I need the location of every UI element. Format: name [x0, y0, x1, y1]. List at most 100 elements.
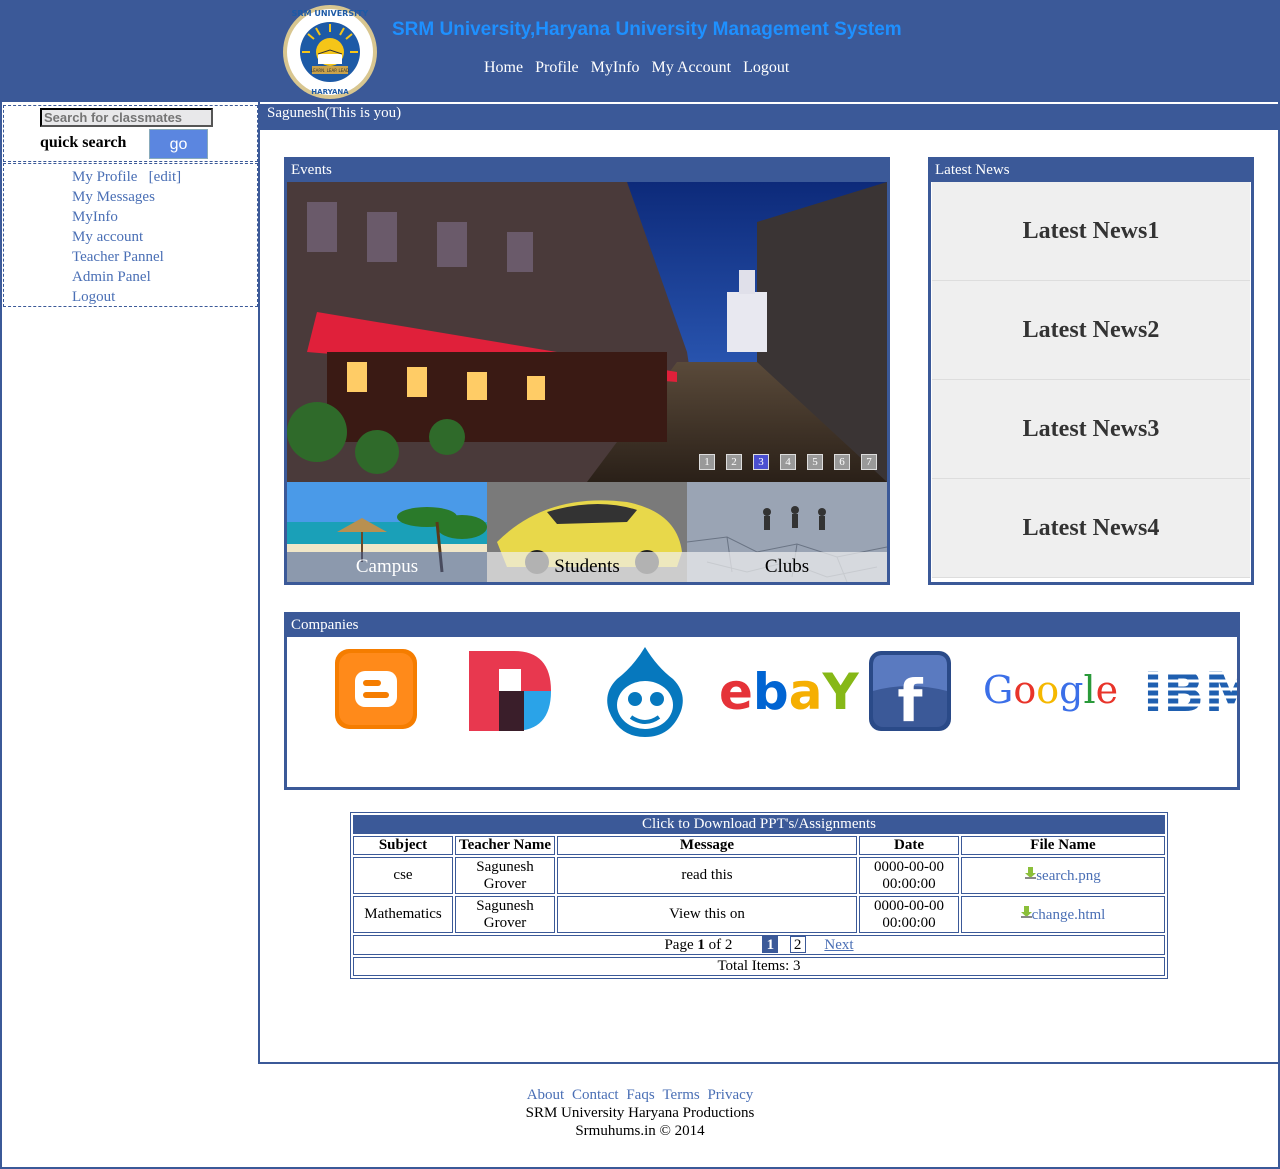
- slide-dot-4[interactable]: 4: [780, 454, 796, 470]
- footer-link-contact[interactable]: Contact: [572, 1087, 619, 1103]
- download-icon: [1020, 905, 1032, 918]
- sidebar-item-my-profile: My Profile [edit]: [72, 167, 257, 187]
- events-title: Events: [287, 160, 887, 182]
- slide-dot-6[interactable]: 6: [834, 454, 850, 470]
- my-profile-link[interactable]: My Profile: [72, 169, 137, 185]
- header: SRM UNIVERSITY LEARN. LEAP. LEAD HARYANA…: [2, 2, 1278, 102]
- ibm-logo[interactable]: IBM: [1137, 661, 1237, 724]
- footer-link-terms[interactable]: Terms: [662, 1087, 699, 1103]
- nav-profile[interactable]: Profile: [535, 59, 579, 76]
- sidebar-item-myinfo[interactable]: MyInfo: [72, 207, 257, 227]
- table-row: cse Sagunesh Grover read this 0000-00-00…: [353, 857, 1165, 894]
- sidebar-search-box: quick search go: [3, 105, 258, 162]
- footer-link-faqs[interactable]: Faqs: [626, 1087, 654, 1103]
- site-title: SRM University,Haryana University Manage…: [392, 19, 902, 40]
- thumb-clubs[interactable]: Clubs: [687, 482, 887, 582]
- downloads-table: Click to Download PPT's/Assignments Subj…: [350, 812, 1168, 979]
- nav-home[interactable]: Home: [484, 59, 523, 76]
- slide-dot-7[interactable]: 7: [861, 454, 877, 470]
- table-header-row: Subject Teacher Name Message Date File N…: [353, 836, 1165, 855]
- slide-dot-1[interactable]: 1: [699, 454, 715, 470]
- file-download-link[interactable]: search.png: [1036, 868, 1101, 884]
- sidebar-item-my-account[interactable]: My account: [72, 227, 257, 247]
- column-header: File Name: [961, 836, 1165, 855]
- cell-file: search.png: [961, 857, 1165, 894]
- cell-subject: Mathematics: [353, 896, 453, 933]
- classmate-search-input[interactable]: [40, 108, 213, 127]
- cell-date: 0000-00-00 00:00:00: [859, 857, 959, 894]
- column-header: Message: [557, 836, 857, 855]
- news-item[interactable]: Latest News1: [932, 182, 1250, 281]
- thumb-label-clubs: Clubs: [687, 552, 887, 582]
- nav-logout[interactable]: Logout: [743, 59, 789, 76]
- news-item[interactable]: Latest News4: [932, 479, 1250, 578]
- table-row: Mathematics Sagunesh Grover View this on…: [353, 896, 1165, 933]
- company-logos: ebaY f Google IBM: [287, 637, 1237, 747]
- download-icon: [1025, 866, 1037, 879]
- google-logo[interactable]: Google: [983, 668, 1118, 712]
- sidebar-item-teacher-pannel[interactable]: Teacher Pannel: [72, 247, 257, 267]
- companies-title: Companies: [287, 615, 1237, 637]
- sidebar-item-my-messages[interactable]: My Messages: [72, 187, 257, 207]
- edit-profile-link[interactable]: [edit]: [149, 169, 181, 185]
- sidebar-menu: My Profile [edit] My Messages MyInfo My …: [3, 163, 258, 307]
- slide-pager: 1234567: [688, 452, 877, 470]
- street-scene-image: [287, 182, 887, 482]
- nav-my-account[interactable]: My Account: [652, 59, 732, 76]
- cell-teacher: Sagunesh Grover: [455, 896, 555, 933]
- page-button-1[interactable]: 1: [762, 936, 779, 953]
- sidebar-item-admin-panel[interactable]: Admin Panel: [72, 267, 257, 287]
- svg-text:Google: Google: [983, 668, 1118, 712]
- cell-subject: cse: [353, 857, 453, 894]
- column-header: Date: [859, 836, 959, 855]
- slide-dot-5[interactable]: 5: [807, 454, 823, 470]
- news-item[interactable]: Latest News3: [932, 380, 1250, 479]
- facebook-logo[interactable]: f: [869, 651, 951, 735]
- page-button-2[interactable]: 2: [789, 936, 806, 953]
- svg-text:LEARN. LEAP. LEAD: LEARN. LEAP. LEAD: [311, 68, 349, 73]
- drupal-logo[interactable]: [607, 647, 683, 737]
- readability-logo[interactable]: [469, 651, 551, 731]
- next-page-link[interactable]: Next: [824, 937, 853, 953]
- footer: About Contact Faqs Terms Privacy SRM Uni…: [0, 1086, 1280, 1140]
- blogger-logo[interactable]: [335, 649, 417, 729]
- thumb-campus[interactable]: Campus: [287, 482, 487, 582]
- ebay-logo[interactable]: ebaY: [719, 663, 859, 721]
- footer-link-privacy[interactable]: Privacy: [707, 1087, 753, 1103]
- sidebar-item-logout[interactable]: Logout: [72, 287, 257, 307]
- total-items: Total Items: 3: [353, 957, 1165, 976]
- footer-links: About Contact Faqs Terms Privacy: [0, 1086, 1280, 1104]
- go-button[interactable]: go: [149, 129, 208, 159]
- footer-copyright: Srmuhums.in © 2014: [575, 1123, 705, 1139]
- svg-text:IBM: IBM: [1143, 661, 1237, 724]
- nav-myinfo[interactable]: MyInfo: [591, 59, 640, 76]
- page-label: Page: [664, 937, 694, 953]
- event-thumbnails: Campus Students Clubs: [287, 482, 887, 582]
- footer-credit: SRM University Haryana Productions: [525, 1105, 755, 1121]
- svg-text:HARYANA: HARYANA: [311, 88, 349, 96]
- companies-panel: Companies ebaY f Google IBM: [284, 612, 1240, 790]
- news-item[interactable]: Latest News2: [932, 281, 1250, 380]
- university-logo: SRM UNIVERSITY LEARN. LEAP. LEAD HARYANA: [283, 5, 377, 99]
- svg-text:SRM UNIVERSITY: SRM UNIVERSITY: [292, 9, 369, 18]
- latest-news-title: Latest News: [931, 160, 1251, 182]
- current-user-bar: Sagunesh(This is you): [260, 104, 1278, 130]
- slide-dot-2[interactable]: 2: [726, 454, 742, 470]
- pagination: Page 1 of 2 1 2 Next: [353, 935, 1165, 955]
- thumb-students[interactable]: Students: [487, 482, 687, 582]
- footer-link-about[interactable]: About: [527, 1087, 565, 1103]
- top-nav: Home Profile MyInfo My Account Logout: [484, 59, 797, 77]
- event-slide-image[interactable]: 1234567: [287, 182, 887, 482]
- total-row: Total Items: 3: [353, 957, 1165, 976]
- ebay-text: ebaY: [719, 663, 859, 721]
- slide-dot-3[interactable]: 3: [753, 454, 769, 470]
- cell-file: change.html: [961, 896, 1165, 933]
- pagination-row: Page 1 of 2 1 2 Next: [353, 935, 1165, 955]
- downloads-caption: Click to Download PPT's/Assignments: [353, 815, 1165, 834]
- page-of: of 2: [708, 937, 733, 953]
- column-header: Teacher Name: [455, 836, 555, 855]
- column-header: Subject: [353, 836, 453, 855]
- cell-message: read this: [557, 857, 857, 894]
- file-download-link[interactable]: change.html: [1032, 907, 1106, 923]
- events-panel: Events 1 2 3 4 5 6 7 Campus Students Clu…: [284, 157, 890, 585]
